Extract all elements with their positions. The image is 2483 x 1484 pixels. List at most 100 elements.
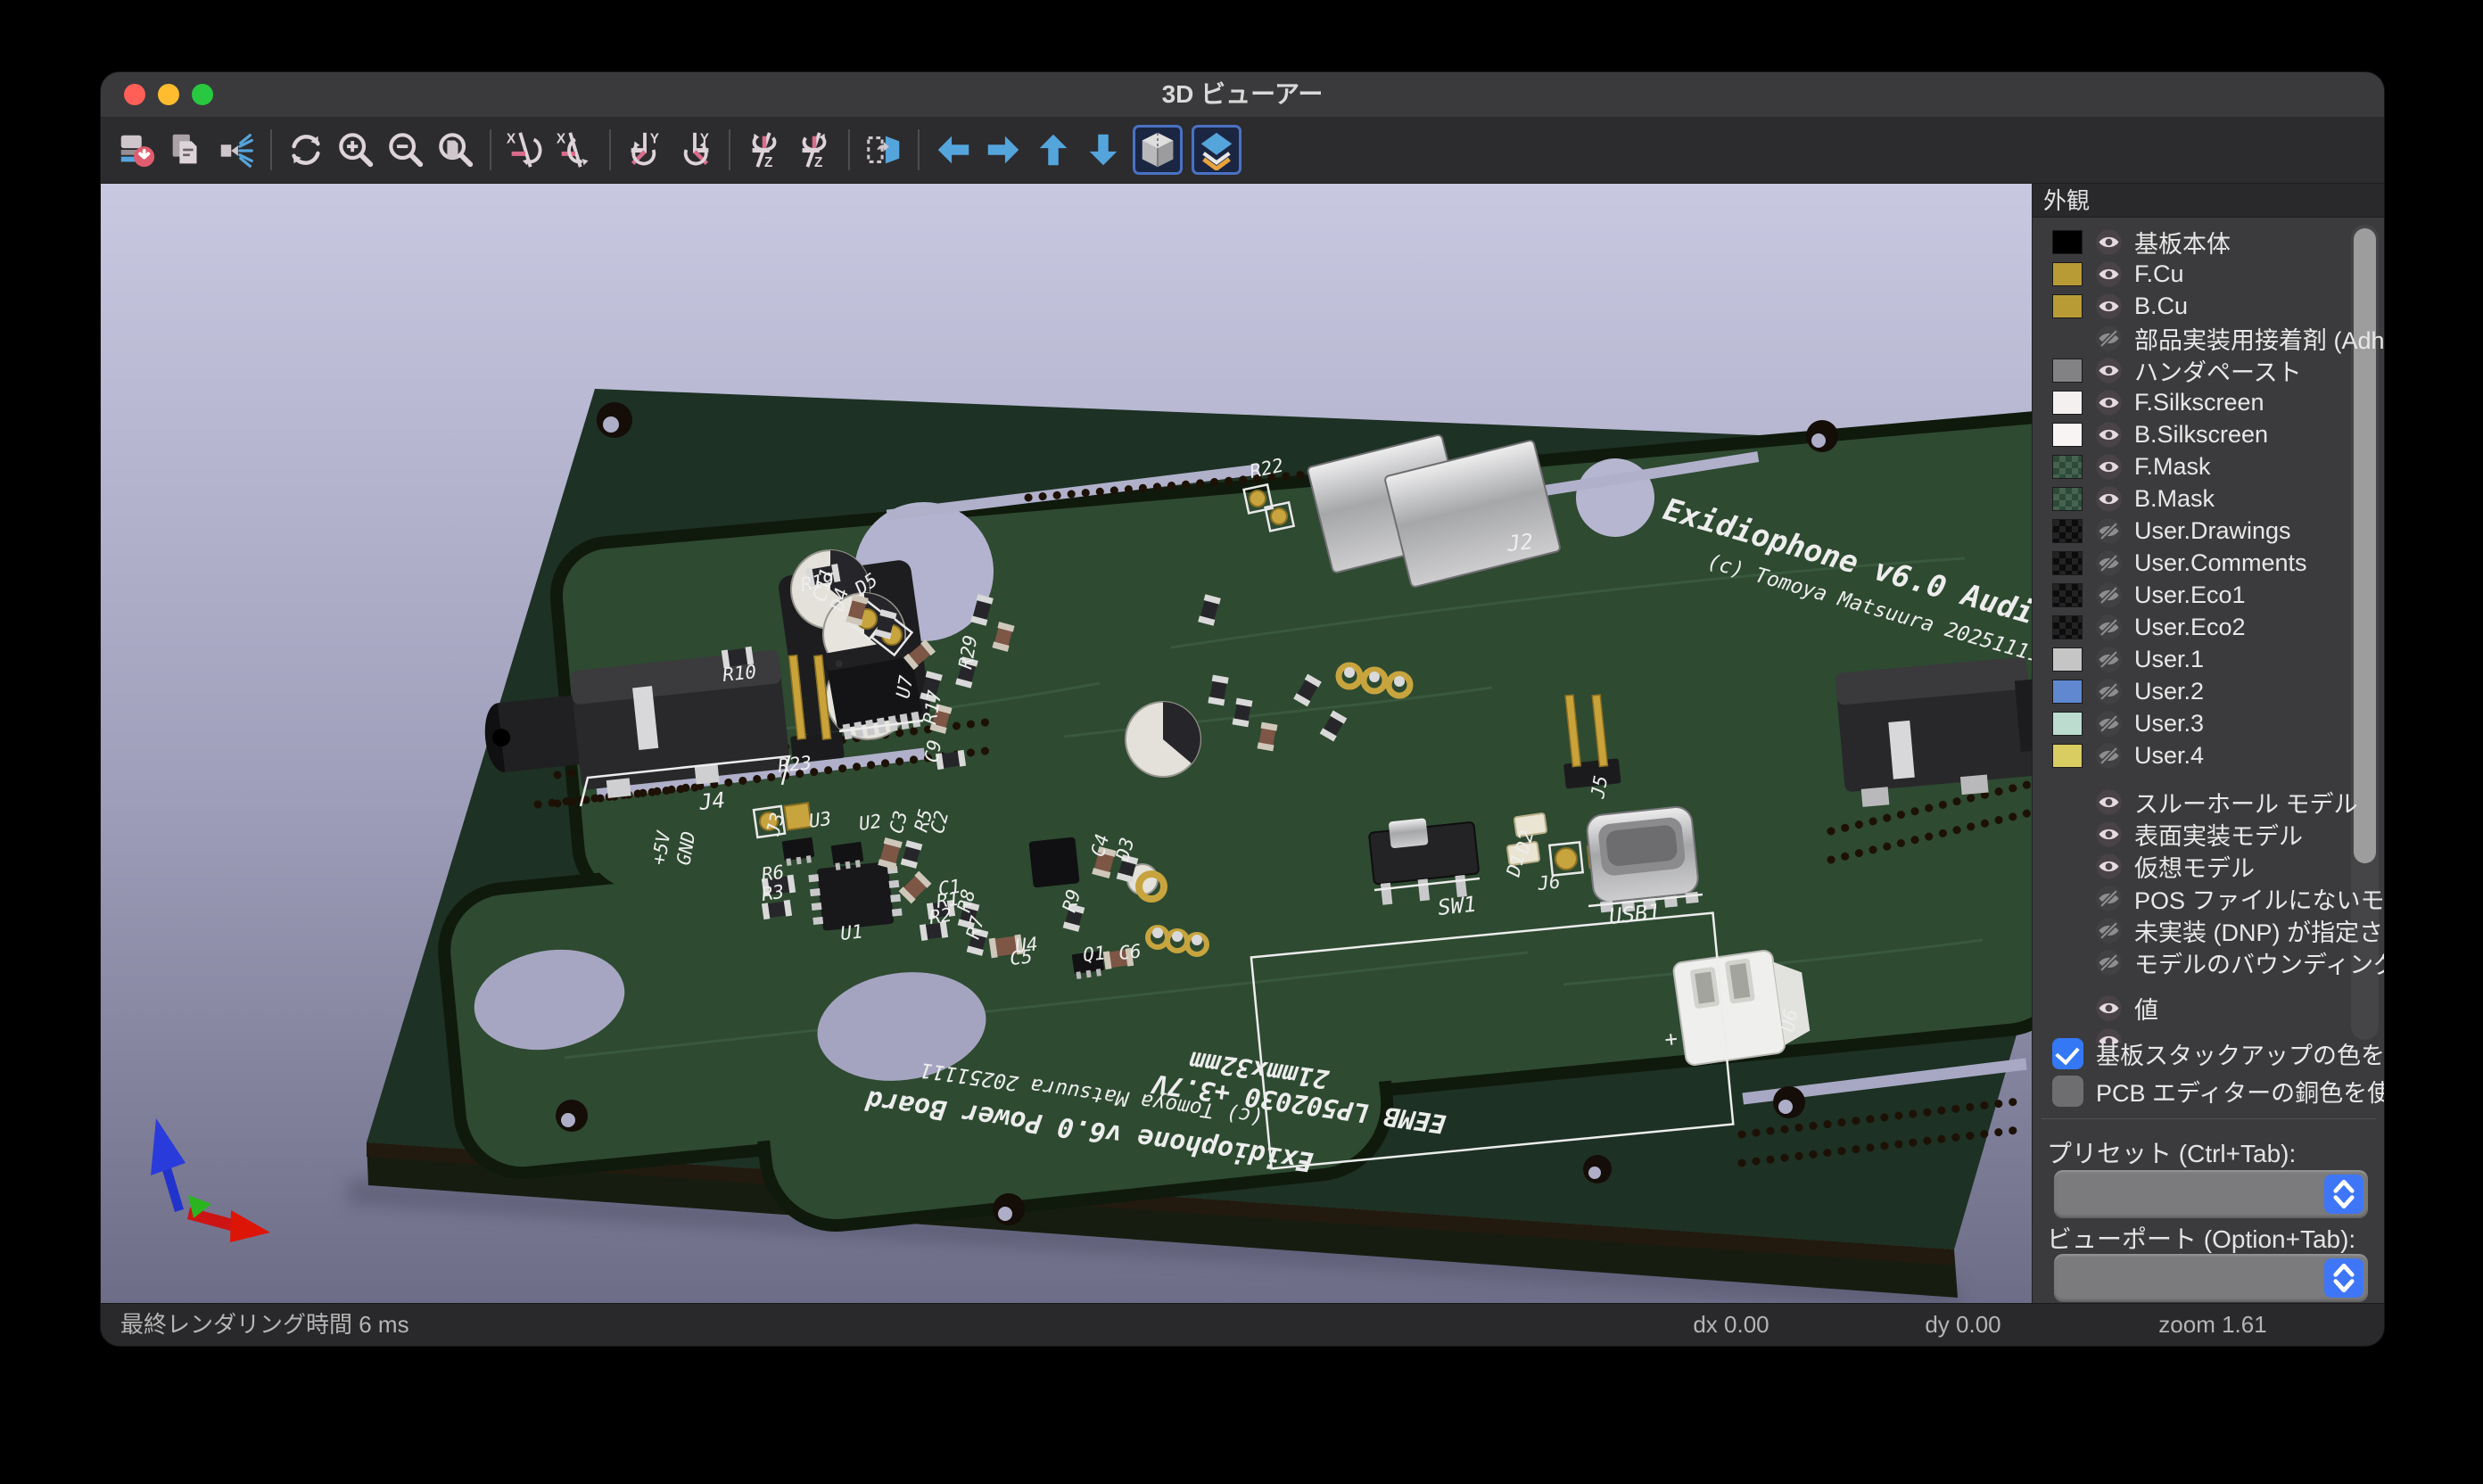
visibility-eye-icon[interactable] bbox=[2095, 820, 2123, 848]
toolbar-separator bbox=[270, 129, 272, 170]
layer-row: User.3 bbox=[2033, 707, 2384, 739]
visibility-eye-icon[interactable] bbox=[2095, 485, 2123, 513]
appearance-panel-toggle-button[interactable] bbox=[1192, 126, 1241, 174]
visibility-eye-icon[interactable] bbox=[2095, 710, 2123, 738]
visibility-eye-icon[interactable] bbox=[2095, 678, 2123, 705]
layer-color-swatch[interactable] bbox=[2052, 712, 2083, 736]
visibility-eye-icon[interactable] bbox=[2095, 389, 2123, 416]
layer-color-swatch[interactable] bbox=[2052, 744, 2083, 768]
layer-color-swatch[interactable] bbox=[2052, 680, 2083, 704]
use-pcb-editor-copper-checkbox[interactable] bbox=[2052, 1076, 2083, 1107]
zoom-to-fit-button[interactable] bbox=[432, 126, 480, 174]
rotate-y-ccw-icon: Y bbox=[674, 129, 715, 170]
rotate-y-ccw-button[interactable]: Y bbox=[671, 126, 719, 174]
zoom-in-button[interactable] bbox=[332, 126, 380, 174]
layer-color-swatch[interactable] bbox=[2052, 423, 2083, 447]
viewport-stepper[interactable] bbox=[2324, 1258, 2363, 1298]
svg-text:R3: R3 bbox=[760, 881, 785, 905]
visibility-eye-icon[interactable] bbox=[2095, 357, 2123, 384]
visibility-eye-icon[interactable] bbox=[2095, 885, 2123, 912]
layer-color-swatch[interactable] bbox=[2052, 391, 2083, 415]
dy-status: dy 0.00 bbox=[1925, 1304, 2000, 1345]
visibility-eye-icon[interactable] bbox=[2095, 614, 2123, 641]
svg-text:Z: Z bbox=[814, 155, 822, 170]
zoom-out-button[interactable] bbox=[382, 126, 430, 174]
reload-board-button[interactable] bbox=[112, 126, 161, 174]
layer-color-swatch[interactable] bbox=[2052, 487, 2083, 511]
layer-color-swatch[interactable] bbox=[2052, 230, 2083, 254]
dx-status: dx 0.00 bbox=[1693, 1304, 1769, 1345]
orthographic-projection-button[interactable] bbox=[1134, 126, 1182, 174]
pcb-board[interactable]: Exidiophone v6.0 Audio Board (c) Tomoya … bbox=[367, 389, 2032, 1298]
visibility-eye-icon[interactable] bbox=[2095, 853, 2123, 880]
layer-row: User.Comments bbox=[2033, 547, 2384, 579]
svg-text:U6: U6 bbox=[1777, 1008, 1802, 1034]
svg-text:R23: R23 bbox=[777, 752, 813, 777]
layer-color-swatch[interactable] bbox=[2052, 455, 2083, 479]
rotate-z-ccw-button[interactable]: Z bbox=[790, 126, 838, 174]
layer-label: F.Cu bbox=[2134, 260, 2184, 288]
visibility-eye-icon[interactable] bbox=[2095, 293, 2123, 320]
visibility-eye-icon[interactable] bbox=[2095, 453, 2123, 481]
layer-color-swatch[interactable] bbox=[2052, 519, 2083, 543]
rotate-y-cw-button[interactable]: Y bbox=[621, 126, 669, 174]
layer-color-swatch[interactable] bbox=[2052, 294, 2083, 318]
visibility-eye-icon[interactable] bbox=[2095, 917, 2123, 944]
visibility-eye-icon[interactable] bbox=[2095, 949, 2123, 977]
layer-row: User.Eco2 bbox=[2033, 611, 2384, 643]
visibility-eye-icon[interactable] bbox=[2095, 788, 2123, 816]
layer-row: User.Eco1 bbox=[2033, 579, 2384, 611]
visibility-eye-icon[interactable] bbox=[2095, 994, 2123, 1022]
layer-color-swatch[interactable] bbox=[2052, 647, 2083, 672]
visibility-eye-icon[interactable] bbox=[2095, 549, 2123, 577]
preset-dropdown[interactable] bbox=[2054, 1170, 2368, 1218]
flip-board-button[interactable] bbox=[860, 126, 908, 174]
visibility-eye-icon[interactable] bbox=[2095, 421, 2123, 449]
raytracing-button[interactable] bbox=[212, 126, 260, 174]
visibility-eye-icon[interactable] bbox=[2095, 517, 2123, 545]
viewport-dropdown[interactable] bbox=[2054, 1254, 2368, 1302]
layer-color-swatch[interactable] bbox=[2052, 615, 2083, 639]
reload-board-icon bbox=[116, 129, 157, 170]
layer-color-swatch[interactable] bbox=[2052, 262, 2083, 286]
layer-label: B.Silkscreen bbox=[2134, 421, 2268, 449]
layer-label: 表面実装モデル bbox=[2134, 817, 2303, 852]
visibility-eye-icon[interactable] bbox=[2095, 228, 2123, 256]
visibility-eye-icon[interactable] bbox=[2095, 581, 2123, 609]
pan-right-button[interactable] bbox=[979, 126, 1027, 174]
visibility-eye-icon[interactable] bbox=[2095, 646, 2123, 673]
layer-label: 仮想モデル bbox=[2134, 849, 2255, 884]
refresh-view-button[interactable] bbox=[282, 126, 330, 174]
flip-board-icon bbox=[863, 129, 904, 170]
visibility-eye-icon[interactable] bbox=[2095, 742, 2123, 770]
pan-up-button[interactable] bbox=[1029, 126, 1077, 174]
layer-label: User.Comments bbox=[2134, 549, 2307, 577]
pan-left-button[interactable] bbox=[929, 126, 978, 174]
layer-label: User.Drawings bbox=[2134, 517, 2291, 545]
preset-stepper[interactable] bbox=[2324, 1175, 2363, 1214]
pan-down-button[interactable] bbox=[1079, 126, 1127, 174]
use-stackup-colors-checkbox[interactable] bbox=[2052, 1038, 2083, 1069]
visibility-eye-icon[interactable] bbox=[2095, 260, 2123, 288]
layer-row: B.Cu bbox=[2033, 290, 2384, 322]
raytracing-icon bbox=[216, 129, 257, 170]
visibility-eye-icon[interactable] bbox=[2095, 325, 2123, 352]
rotate-x-ccw-icon: X bbox=[555, 129, 596, 170]
rotate-x-ccw-button[interactable]: X bbox=[551, 126, 599, 174]
layer-row: 部品実装用接着剤 (Adh bbox=[2033, 322, 2384, 354]
svg-text:Z: Z bbox=[764, 155, 772, 170]
svg-text:U1: U1 bbox=[839, 920, 864, 944]
layer-row: 表面実装モデル bbox=[2033, 818, 2384, 850]
3d-viewer-window: 3D ビューアー X X Y Y Z Z bbox=[100, 71, 2385, 1347]
rotate-z-cw-button[interactable]: Z bbox=[740, 126, 788, 174]
layer-color-swatch[interactable] bbox=[2052, 583, 2083, 607]
3d-viewport-canvas[interactable]: Exidiophone v6.0 Audio Board (c) Tomoya … bbox=[101, 184, 2032, 1303]
3d-viewport[interactable]: Exidiophone v6.0 Audio Board (c) Tomoya … bbox=[101, 184, 2032, 1303]
layer-color-swatch[interactable] bbox=[2052, 551, 2083, 575]
svg-text:+: + bbox=[1663, 1026, 1679, 1052]
layer-color-swatch[interactable] bbox=[2052, 359, 2083, 383]
svg-text:C5: C5 bbox=[1009, 945, 1034, 969]
rotate-x-cw-button[interactable]: X bbox=[501, 126, 549, 174]
copy-image-button[interactable] bbox=[162, 126, 210, 174]
layer-row: ハンダペースト bbox=[2033, 354, 2384, 386]
